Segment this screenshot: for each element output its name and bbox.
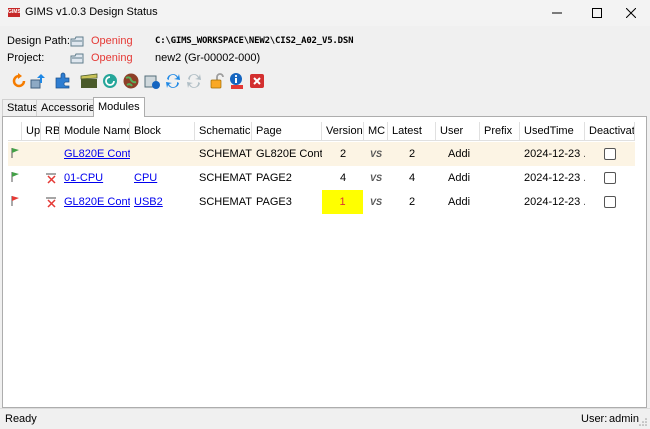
- close-icon: [626, 8, 636, 18]
- column-header-user[interactable]: User: [436, 122, 480, 141]
- app-logo-icon: GIMS: [8, 8, 21, 17]
- vs-compare-icon[interactable]: VS: [364, 166, 388, 190]
- close-button[interactable]: [612, 0, 650, 26]
- user-value: admin: [609, 413, 639, 425]
- title-bar: GIMS GIMS v1.0.3 Design Status: [0, 0, 650, 26]
- user-cell: Addi: [448, 148, 471, 160]
- design-path-label: Design Path:: [7, 35, 70, 47]
- used-time-cell: 2024-12-23 ...: [524, 172, 585, 184]
- window-title: GIMS v1.0.3 Design Status: [25, 6, 158, 18]
- unlock-icon[interactable]: [208, 72, 226, 90]
- database-icon[interactable]: [143, 72, 161, 90]
- version-cell: 2: [339, 148, 347, 160]
- latest-cell: 2: [408, 196, 416, 208]
- block-link[interactable]: [130, 142, 195, 166]
- column-header-prefix[interactable]: Prefix: [480, 122, 520, 141]
- puzzle-icon[interactable]: [54, 72, 72, 90]
- row-header-corner: [8, 122, 22, 141]
- project-status: Opening: [91, 52, 133, 64]
- block-link[interactable]: CPU: [130, 166, 195, 190]
- deactivate-checkbox[interactable]: [585, 190, 635, 214]
- module-name-link[interactable]: GL820E Cont...: [60, 142, 130, 166]
- version-cell-outdated: 1: [322, 190, 363, 214]
- module-name-link[interactable]: GL820E Cont...: [60, 190, 130, 214]
- block-link[interactable]: USB2: [130, 190, 195, 214]
- clapperboard-icon[interactable]: [80, 72, 98, 90]
- latest-cell: 4: [408, 172, 416, 184]
- revert-icon[interactable]: [185, 72, 203, 90]
- status-bar: Ready User: admin: [0, 408, 650, 429]
- modules-panel: Up RB Module Name Block Schematic Page V…: [2, 116, 647, 408]
- project-status-icon: [70, 53, 84, 64]
- delete-icon[interactable]: [248, 72, 266, 90]
- column-header-mc[interactable]: MC: [364, 122, 388, 141]
- table-row[interactable]: GL820E Cont... USB2 SCHEMATI... PAGE3 1 …: [8, 190, 635, 214]
- latest-cell: 2: [408, 148, 416, 160]
- deactivate-checkbox[interactable]: [585, 142, 635, 166]
- used-time-cell: 2024-12-23 ...: [524, 148, 585, 160]
- column-header-latest[interactable]: Latest: [388, 122, 436, 141]
- column-header-module-name[interactable]: Module Name: [60, 122, 130, 141]
- refresh-icon[interactable]: [10, 72, 28, 90]
- column-header-deactivate[interactable]: Deactivate: [585, 122, 635, 141]
- column-header-schematic[interactable]: Schematic: [195, 122, 252, 141]
- upload-icon[interactable]: [29, 72, 47, 90]
- status-text: Ready: [5, 413, 37, 425]
- red-flag-icon: [11, 196, 19, 206]
- page-cell: GL820E Contr...: [256, 148, 322, 160]
- used-time-cell: 2024-12-23 ...: [524, 196, 585, 208]
- toolbar: [8, 70, 648, 96]
- deactivate-checkbox[interactable]: [585, 166, 635, 190]
- minimize-button[interactable]: [538, 0, 576, 26]
- resize-grip-icon[interactable]: [638, 417, 648, 427]
- page-cell: PAGE3: [256, 196, 292, 208]
- schematic-cell: SCHEMATI...: [199, 148, 252, 160]
- module-name-link[interactable]: 01-CPU: [60, 166, 130, 190]
- tab-bar: Status Accessories Modules: [0, 97, 650, 117]
- swap-icon[interactable]: [164, 72, 182, 90]
- folder-status-icon: [70, 36, 84, 47]
- column-header-rb[interactable]: RB: [41, 122, 60, 141]
- green-flag-icon: [11, 172, 19, 182]
- user-cell: Addi: [448, 172, 471, 184]
- column-header-block[interactable]: Block: [130, 122, 195, 141]
- column-header-version[interactable]: Version: [322, 122, 364, 141]
- sync-icon[interactable]: [101, 72, 119, 90]
- rollback-icon[interactable]: [45, 196, 57, 208]
- prefix-cell: [480, 190, 520, 214]
- column-header-page[interactable]: Page: [252, 122, 322, 141]
- schematic-cell: SCHEMATI...: [199, 196, 252, 208]
- globe-icon[interactable]: [122, 72, 140, 90]
- vs-compare-icon[interactable]: VS: [364, 190, 388, 214]
- column-header-up[interactable]: Up: [22, 122, 41, 141]
- user-cell: Addi: [448, 196, 471, 208]
- user-info-icon[interactable]: [227, 72, 245, 90]
- user-label: User:: [581, 413, 608, 425]
- column-header-used-time[interactable]: UsedTime: [520, 122, 585, 141]
- version-cell: 4: [339, 172, 347, 184]
- rollback-icon[interactable]: [45, 172, 57, 184]
- design-path-status: Opening: [91, 35, 133, 47]
- vs-compare-icon[interactable]: VS: [364, 142, 388, 166]
- design-info: Design Path: Opening C:\GIMS_WORKSPACE\N…: [0, 28, 650, 68]
- schematic-cell: SCHEMATI...: [199, 172, 252, 184]
- green-flag-icon: [11, 148, 19, 158]
- project-label: Project:: [7, 52, 45, 64]
- tab-modules[interactable]: Modules: [93, 97, 145, 117]
- table-row[interactable]: 01-CPU CPU SCHEMATI... PAGE2 4 VS 4 Addi…: [8, 166, 635, 190]
- prefix-cell: [480, 166, 520, 190]
- maximize-icon: [592, 8, 602, 18]
- table-row[interactable]: GL820E Cont... SCHEMATI... GL820E Contr.…: [8, 142, 635, 166]
- project-value: new2 (Gr-00002-000): [155, 52, 261, 64]
- page-cell: PAGE2: [256, 172, 292, 184]
- minimize-icon: [552, 12, 562, 14]
- prefix-cell: [480, 142, 520, 166]
- design-path-value: C:\GIMS_WORKSPACE\NEW2\CIS2_A02_V5.DSN: [155, 36, 354, 46]
- maximize-button[interactable]: [578, 0, 616, 26]
